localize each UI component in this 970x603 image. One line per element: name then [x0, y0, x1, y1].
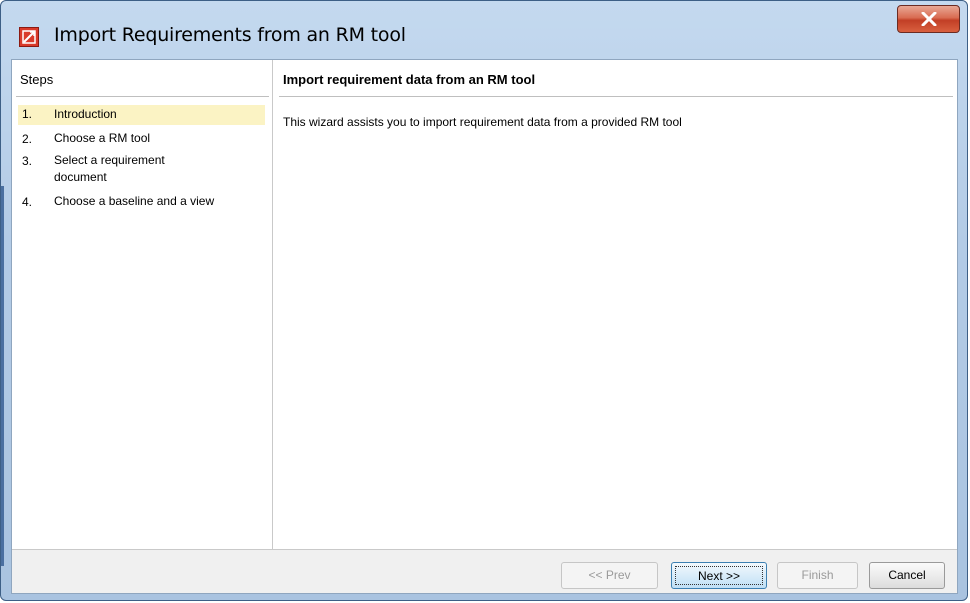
content-panel: Import requirement data from an RM tool … — [273, 60, 957, 549]
close-icon — [921, 12, 937, 26]
step-item-choose-rm-tool: 2. Choose a RM tool — [18, 128, 265, 148]
content-divider — [279, 96, 953, 97]
step-number: 4. — [22, 195, 33, 209]
step-item-choose-baseline-view: 4. Choose a baseline and a view — [18, 191, 265, 211]
wizard-button-bar: << Prev Next >> Finish Cancel — [12, 549, 957, 593]
wizard-client-area: Steps 1. Introduction 2. Choose a RM too… — [11, 59, 958, 594]
finish-button[interactable]: Finish — [777, 562, 858, 589]
steps-divider — [16, 96, 269, 97]
step-item-introduction: 1. Introduction — [18, 105, 265, 125]
step-label: Select a requirement document — [54, 153, 165, 184]
next-button-label: Next >> — [675, 566, 763, 585]
window-edge-accent — [1, 186, 4, 566]
step-label: Choose a RM tool — [54, 131, 151, 145]
step-number: 2. — [22, 132, 33, 146]
wizard-window: Import Requirements from an RM tool Step… — [0, 0, 968, 601]
step-label: Introduction — [54, 107, 117, 121]
step-number: 1. — [22, 107, 33, 121]
steps-panel: Steps 1. Introduction 2. Choose a RM too… — [12, 60, 273, 549]
title-bar[interactable]: Import Requirements from an RM tool — [1, 1, 967, 57]
next-button[interactable]: Next >> — [671, 562, 767, 589]
step-item-select-requirement-document: 3. Select a requirement document — [18, 150, 265, 188]
prev-button[interactable]: << Prev — [561, 562, 658, 589]
step-number: 3. — [22, 154, 33, 168]
steps-header: Steps — [20, 72, 54, 87]
app-logo-icon — [19, 27, 39, 47]
step-label: Choose a baseline and a view — [54, 194, 215, 208]
close-button[interactable] — [897, 5, 960, 33]
content-title: Import requirement data from an RM tool — [283, 72, 536, 87]
window-title: Import Requirements from an RM tool — [54, 24, 406, 46]
cancel-button[interactable]: Cancel — [869, 562, 945, 589]
content-description: This wizard assists you to import requir… — [283, 115, 682, 129]
